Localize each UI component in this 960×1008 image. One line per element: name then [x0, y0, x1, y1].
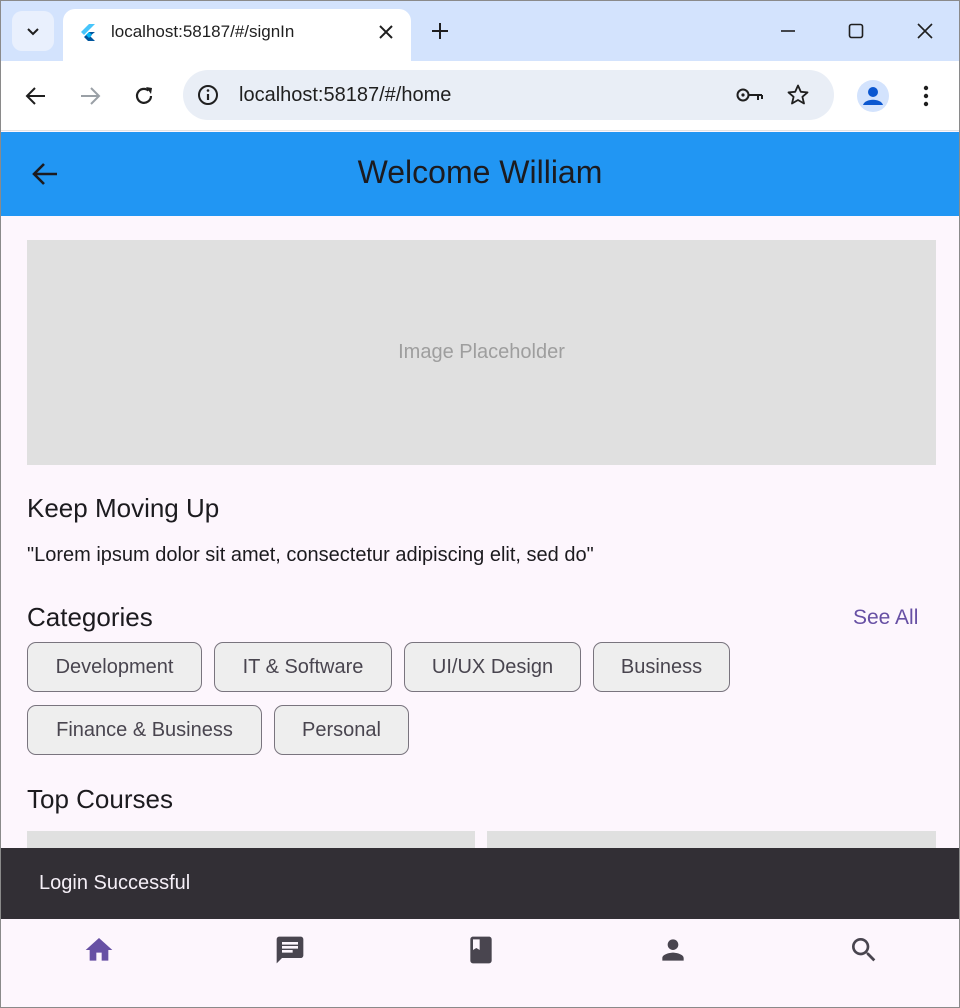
more-vertical-icon — [923, 85, 929, 107]
chat-icon — [276, 936, 304, 964]
bottom-navigation — [1, 919, 959, 1007]
tab-strip: localhost:58187/#/signIn — [1, 1, 959, 61]
url-text[interactable]: localhost:58187/#/home — [239, 84, 451, 107]
profile-button[interactable] — [857, 80, 889, 112]
nav-home[interactable] — [82, 933, 116, 967]
quote-text: "Lorem ipsum dolor sit amet, consectetur… — [27, 544, 594, 566]
category-chip-ui-ux-design[interactable]: UI/UX Design — [404, 642, 581, 692]
window-close-button[interactable] — [912, 18, 938, 44]
close-icon — [917, 23, 933, 39]
maximize-button[interactable] — [843, 18, 869, 44]
password-manager-button[interactable] — [735, 82, 765, 108]
browser-tab[interactable]: localhost:58187/#/signIn — [63, 9, 411, 61]
avatar-icon — [863, 87, 883, 105]
category-chip-development[interactable]: Development — [27, 642, 202, 692]
category-chip-finance-business[interactable]: Finance & Business — [27, 705, 262, 755]
browser-window: localhost:58187/#/signIn localhost:58187… — [0, 0, 960, 1008]
nav-messages[interactable] — [273, 933, 307, 967]
home-content[interactable]: Image Placeholder Keep Moving Up "Lorem … — [1, 216, 959, 848]
hero-image-placeholder: Image Placeholder — [27, 240, 936, 465]
bookmark-button[interactable] — [785, 82, 811, 108]
plus-icon — [432, 23, 448, 39]
flutter-icon — [81, 24, 95, 41]
maximize-icon — [848, 23, 864, 39]
site-info-button[interactable] — [195, 82, 221, 108]
address-bar[interactable]: localhost:58187/#/home — [183, 70, 834, 120]
nav-courses[interactable] — [464, 933, 498, 967]
nav-profile[interactable] — [656, 933, 690, 967]
top-courses-title: Top Courses — [27, 784, 173, 814]
star-icon — [787, 84, 809, 105]
close-icon — [379, 25, 393, 39]
search-icon — [852, 938, 876, 962]
info-icon — [198, 85, 218, 105]
new-tab-button[interactable] — [427, 18, 453, 44]
minimize-icon — [781, 30, 795, 32]
page-title: Welcome William — [357, 154, 603, 190]
browser-menu-button[interactable] — [913, 83, 939, 109]
categories-title: Categories — [27, 602, 153, 632]
back-button[interactable] — [23, 83, 49, 109]
minimize-button[interactable] — [775, 18, 801, 44]
category-chip-it-software[interactable]: IT & Software — [214, 642, 392, 692]
course-card[interactable] — [27, 831, 475, 848]
browser-toolbar: localhost:58187/#/home — [1, 61, 959, 131]
person-icon — [662, 939, 684, 961]
nav-search[interactable] — [847, 933, 881, 967]
reload-button[interactable] — [131, 83, 157, 109]
see-all-link[interactable]: See All — [853, 606, 918, 630]
book-icon — [470, 936, 492, 964]
reload-icon — [135, 87, 153, 104]
course-card[interactable] — [487, 831, 936, 848]
tab-search-button[interactable] — [12, 11, 54, 51]
forward-button[interactable] — [77, 83, 103, 109]
home-icon — [85, 938, 113, 961]
key-icon — [736, 88, 763, 102]
hero-placeholder-text: Image Placeholder — [398, 341, 565, 363]
arrow-right-icon — [81, 87, 101, 105]
arrow-left-icon — [25, 87, 45, 105]
app-bar: Welcome William — [1, 132, 959, 216]
keep-moving-title: Keep Moving Up — [27, 493, 220, 523]
tab-title: localhost:58187/#/signIn — [111, 22, 295, 41]
tab-close-button[interactable] — [375, 21, 397, 43]
category-chip-personal[interactable]: Personal — [274, 705, 409, 755]
snackbar: Login Successful — [1, 848, 959, 919]
snackbar-message: Login Successful — [39, 872, 191, 894]
category-chip-business[interactable]: Business — [593, 642, 730, 692]
chevron-down-icon — [27, 28, 39, 36]
